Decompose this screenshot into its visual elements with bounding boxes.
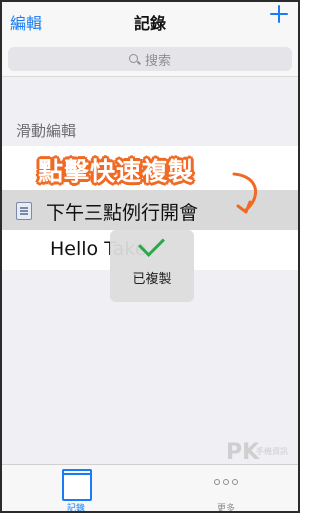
navigation-bar: 編輯 記錄 — [2, 2, 298, 42]
watermark-pk: PK — [226, 440, 260, 465]
page-title: 記錄 — [133, 14, 166, 33]
toast-message: 已複製 — [132, 272, 172, 287]
annotation-banner: 點擊快速複製 — [38, 157, 195, 186]
more-icon — [214, 479, 238, 485]
notes-icon — [62, 469, 92, 501]
section-header: 滑動編輯 — [16, 122, 77, 140]
search-icon — [128, 53, 140, 65]
tab-label: 更多 — [216, 504, 235, 513]
watermark-text: 手機資訊 — [256, 447, 288, 456]
document-icon — [16, 202, 32, 220]
note-title: 下午三點例行開會 — [46, 202, 199, 224]
tab-more[interactable]: 更多 — [176, 465, 276, 513]
copied-toast: 已複製 — [110, 230, 194, 302]
search-container: 搜索 — [2, 42, 298, 77]
tab-bar: 記錄 更多 — [2, 464, 298, 513]
app-frame: 編輯 記錄 搜索 滑動編輯 下午三點例行開會 Hello Take 已複製 點擊… — [0, 0, 300, 513]
curved-arrow-icon — [232, 172, 257, 214]
tab-label: 記錄 — [66, 504, 85, 513]
tab-notes[interactable]: 記錄 — [26, 465, 126, 513]
search-placeholder: 搜索 — [144, 53, 171, 69]
plus-icon[interactable] — [268, 3, 290, 25]
checkmark-icon — [138, 230, 165, 257]
search-input[interactable]: 搜索 — [8, 47, 292, 71]
